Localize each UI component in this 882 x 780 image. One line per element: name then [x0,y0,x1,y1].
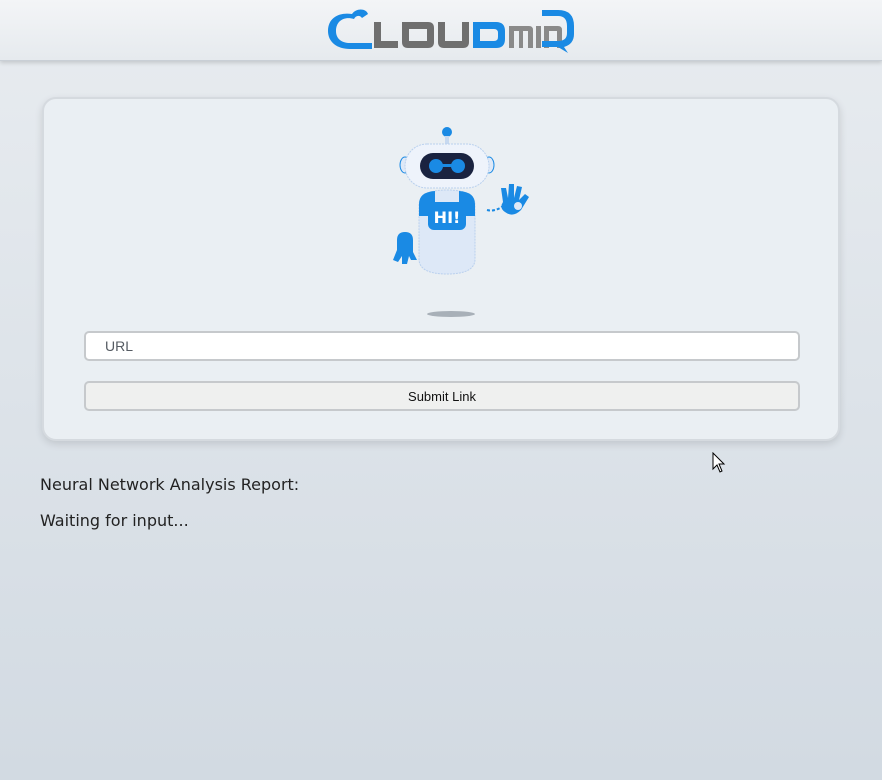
robot-badge-text: HI! [434,208,461,227]
url-input[interactable] [84,331,800,361]
main-card: HI! Submit Link [42,97,840,441]
report-status: Waiting for input... [40,511,189,530]
submit-link-button[interactable]: Submit Link [84,381,800,411]
page-header [0,0,882,61]
report-title: Neural Network Analysis Report: [40,475,300,494]
mouse-cursor-icon [712,452,726,473]
robot-mascot-icon: HI! [393,127,529,317]
cloud-mind-logo [328,9,574,53]
